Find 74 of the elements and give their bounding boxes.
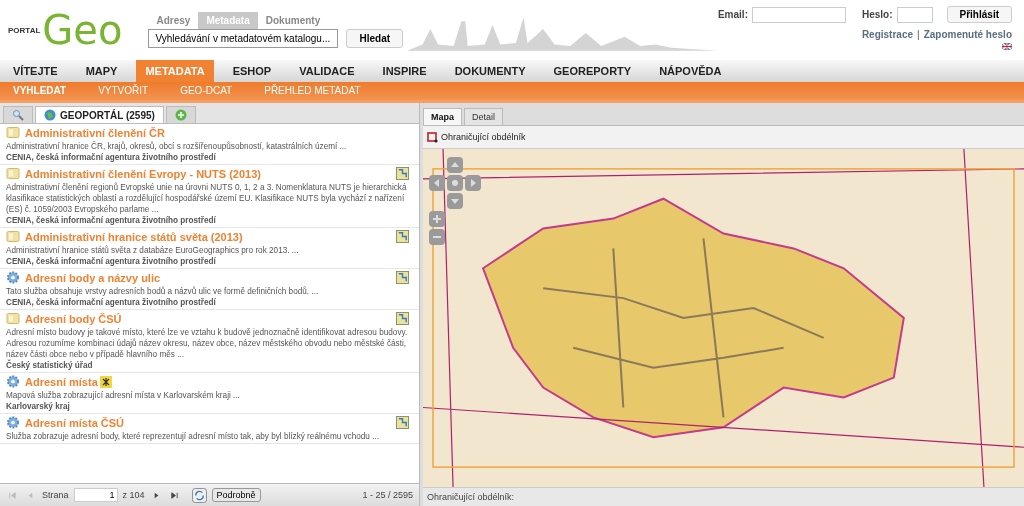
gear-icon <box>6 375 20 388</box>
pan-left-icon[interactable] <box>429 175 445 191</box>
previous-page-icon[interactable] <box>26 490 35 500</box>
search-tab[interactable]: Dokumenty <box>257 12 329 29</box>
password-label: Heslo: <box>861 9 893 20</box>
nav-tab[interactable]: MAPY <box>76 60 127 82</box>
flag-icon[interactable] <box>1002 43 1012 50</box>
gear-icon <box>6 416 20 429</box>
folder-icon <box>6 167 20 180</box>
link-separator: | <box>917 29 920 40</box>
result-description: Tato služba obsahuje vrstvy adresních bodů a názvů ulic ve formě definičních bodů. ... <box>6 286 320 297</box>
result-organization: Český statistický úřad <box>6 360 94 371</box>
pan-up-icon[interactable] <box>447 157 463 173</box>
forgot-password-link[interactable]: Zapomenuté heslo <box>923 29 1012 40</box>
pan-down-icon[interactable] <box>447 193 463 209</box>
pan-right-icon[interactable] <box>465 175 481 191</box>
globe-icon <box>44 109 56 121</box>
result-range: 1 - 25 / 2595 <box>362 490 413 500</box>
gear-icon <box>6 271 20 284</box>
folder-icon <box>6 312 20 325</box>
pan-center-icon[interactable] <box>447 175 463 191</box>
page-field[interactable]: 1 <box>73 488 118 502</box>
details-button[interactable]: Podrobně <box>211 488 261 502</box>
plus-icon <box>174 109 187 121</box>
login-button[interactable]: Přihlásit <box>946 6 1012 23</box>
nav-tab[interactable]: ESHOP <box>223 60 281 82</box>
result-organization: CENIA, česká informační agentura životního prostředí <box>6 256 217 267</box>
rectangle-icon <box>427 131 438 143</box>
nav-tab[interactable]: NÁPOVĚDA <box>650 60 731 82</box>
map-layer-icon[interactable] <box>396 167 409 180</box>
result-organization: Karlovarský kraj <box>6 401 71 412</box>
refresh-icon[interactable] <box>191 487 207 503</box>
search-field[interactable]: Vyhledávání v metadatovém katalogu... <box>148 29 339 48</box>
search-tab[interactable] <box>3 106 33 123</box>
folder-icon <box>6 126 20 139</box>
map-layer-icon[interactable] <box>396 230 409 243</box>
page-label: Strana <box>42 490 69 500</box>
email-field[interactable] <box>751 6 846 23</box>
panel-tab[interactable]: Mapa <box>423 108 462 125</box>
search-tab[interactable]: Adresy <box>148 12 199 29</box>
nav-tab[interactable]: VALIDACE <box>290 60 364 82</box>
nav-tab[interactable]: INSPIRE <box>373 60 436 82</box>
result-description: Adresní místo budovy je takové místo, které lze ve vztahu k budově jednoznačně identifikovat adresou budovy. Adresou rozumíme kombinaci údajů název okresu, název obce, název městského obvodu nebo městské části, název části obce nebo v případě hlavního měs ... <box>6 327 409 359</box>
register-link[interactable]: Registrace <box>861 29 914 40</box>
folder-icon <box>6 230 20 243</box>
password-field[interactable] <box>896 6 933 23</box>
zoom-out-icon[interactable] <box>429 229 445 245</box>
result-description: Mapová služba zobrazující adresní místa v Karlovarském kraji ... <box>6 390 241 401</box>
result-description: Administrativní členění regionů Evropské unie na úrovni NUTS 0, 1, 2 a 3. Nomenklatura NUTS je hierarchická klasifikace statistických oblastí a rozdělující hospodářské území EU. Klasifikace NUTS byla vychází z nařízení (ES) č. 1059/2003 Evropského parlame ... <box>6 182 408 215</box>
result-description: Administrativní hranice ČR, krajů, okresů, obcí s rozšířenoupůsobností, katastrálních území ... <box>6 141 348 152</box>
zoom-in-icon[interactable] <box>429 211 445 227</box>
result-description: Služba zobrazuje adresní body, které reprezentují adresní místo tak, aby byl blízký reálnému vchodu ... <box>6 431 381 442</box>
result-organization: CENIA, česká informační agentura životního prostředí <box>6 297 217 308</box>
first-page-icon[interactable] <box>8 490 17 500</box>
page-count: z 104 <box>122 490 145 500</box>
add-tab[interactable] <box>165 106 196 123</box>
email-label: Email: <box>717 9 748 20</box>
nav-tab[interactable]: DOKUMENTY <box>445 60 535 82</box>
nav-tab[interactable]: GEOREPORTY <box>544 60 641 82</box>
map-star-icon <box>99 375 112 388</box>
panel-tab[interactable]: Detail <box>464 108 504 125</box>
result-organization: CENIA, česká informační agentura životního prostředí <box>6 152 217 163</box>
map-layer-icon[interactable] <box>396 312 409 325</box>
nav-tab[interactable]: VÍTEJTE <box>4 60 67 82</box>
search-icon <box>12 109 24 121</box>
result-organization: CENIA, česká informační agentura životního prostředí <box>6 215 217 226</box>
last-page-icon[interactable] <box>169 490 179 500</box>
map-layer-icon[interactable] <box>396 271 409 284</box>
search-button[interactable]: Hledat <box>346 29 404 48</box>
result-description: Administrativní hranice států světa z databáze EuroGeographics pro rok 2013. ... <box>6 245 300 256</box>
catalog-tab[interactable]: GEOPORTÁL (2595) <box>35 106 164 123</box>
bounding-box-tool[interactable]: Ohraničující obdélník <box>423 131 530 143</box>
map-layer-icon[interactable] <box>396 416 409 429</box>
status-bar: Ohraničující obdélník: <box>423 487 1024 506</box>
